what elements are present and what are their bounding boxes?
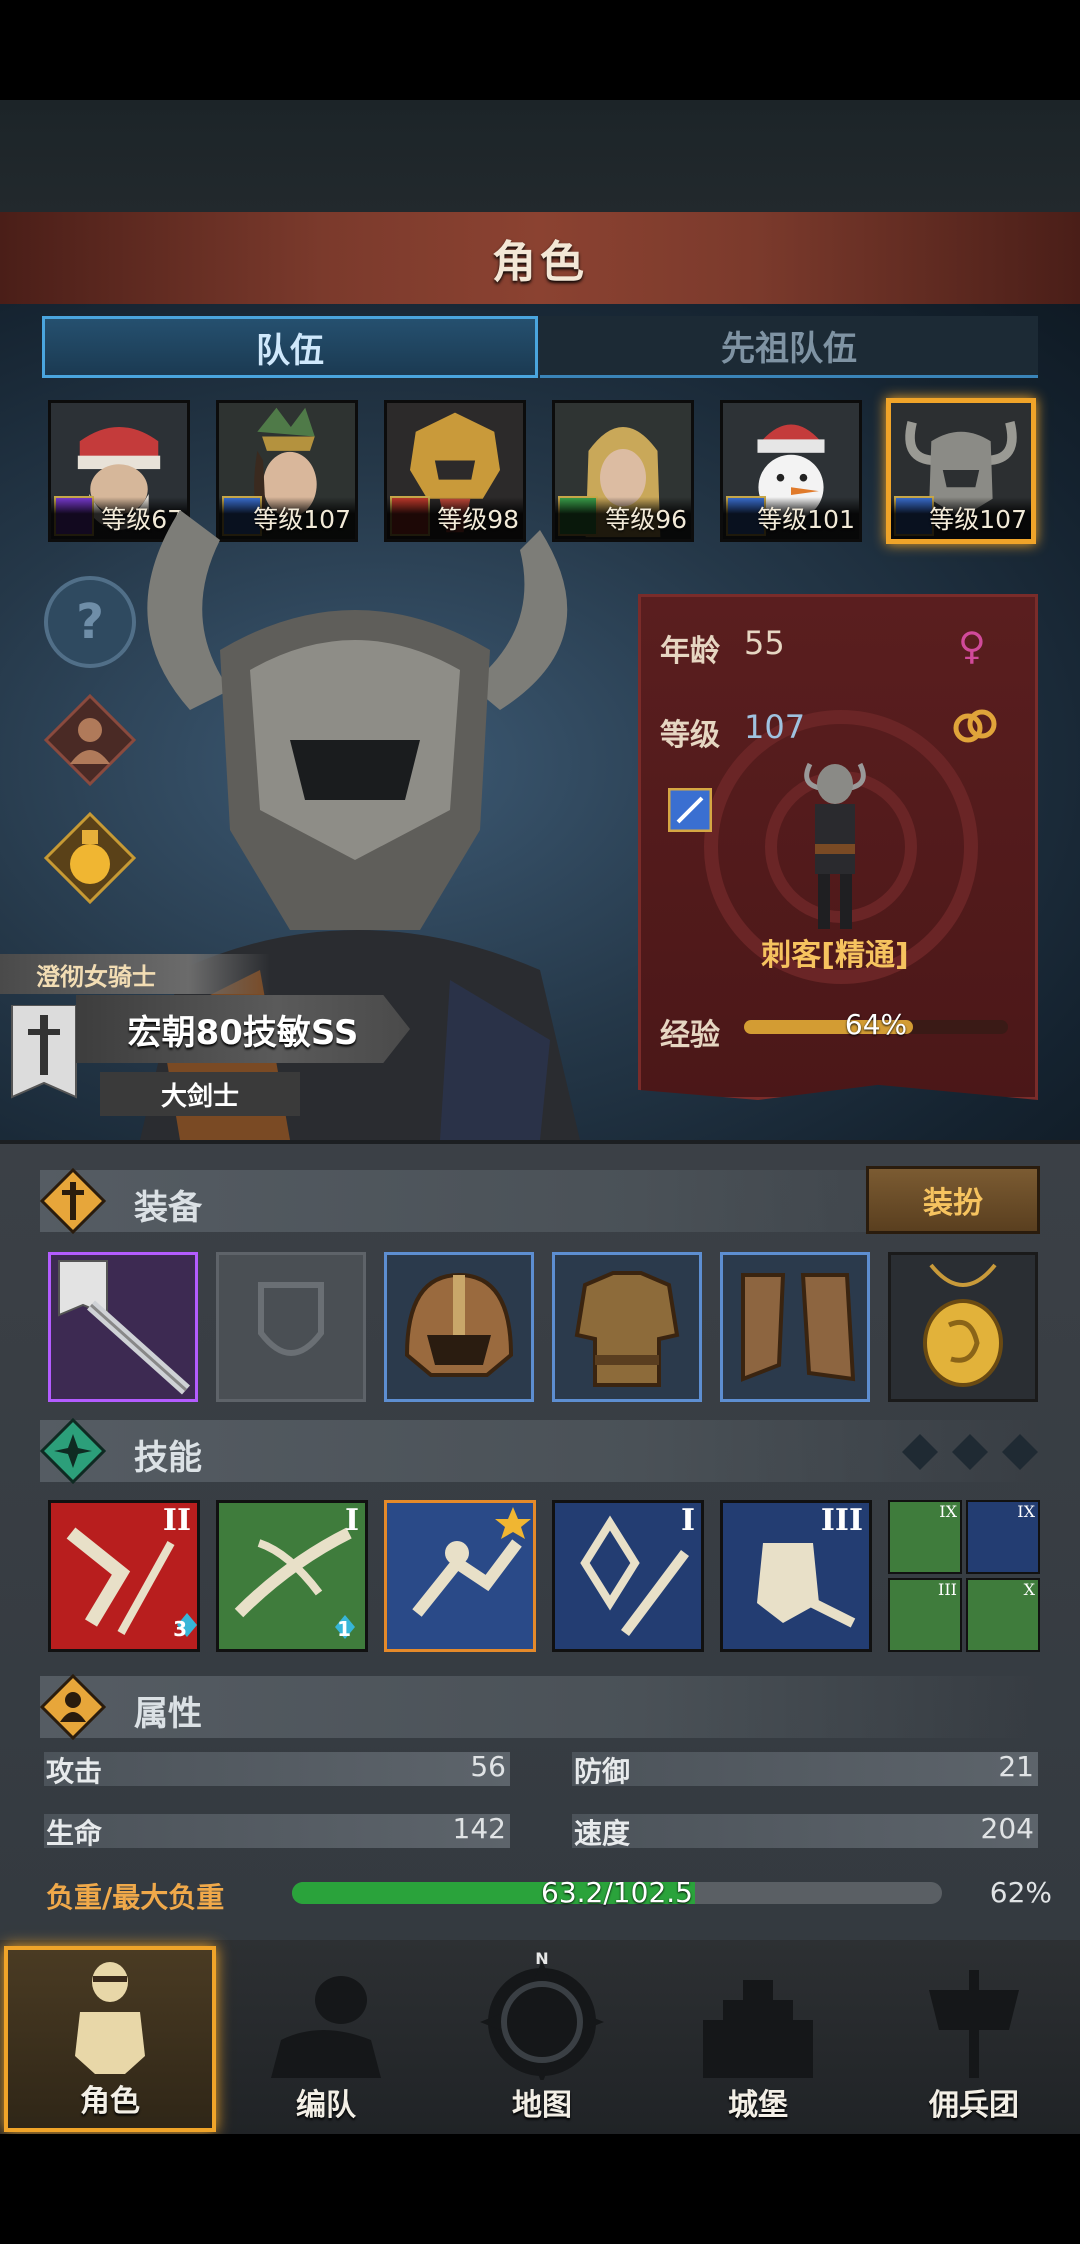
svg-text:?: ? <box>76 594 104 650</box>
nav-castle[interactable]: 城堡 <box>652 1946 864 2132</box>
greatsword-icon <box>58 1260 191 1395</box>
load-percent: 62% <box>989 1876 1052 1909</box>
boots-slot[interactable] <box>720 1252 870 1402</box>
nav-mercenary[interactable]: 佣兵团 <box>868 1946 1080 2132</box>
age-value: 55 <box>744 624 785 662</box>
load-value: 63.2/102.5 <box>541 1876 693 1909</box>
attack-label: 攻击 <box>46 1755 103 1788</box>
leather-helmet-icon <box>404 1272 514 1377</box>
nav-formation[interactable]: 编队 <box>220 1946 432 2132</box>
shield-slot[interactable] <box>216 1252 366 1402</box>
passive-skill-slot[interactable]: X <box>966 1578 1040 1652</box>
castle-icon <box>703 1980 813 2078</box>
crystal-skill-icon <box>580 1515 689 1636</box>
helmet-slot[interactable] <box>384 1252 534 1402</box>
dash-skill-icon <box>412 1507 531 1617</box>
weapon-slot[interactable] <box>48 1252 198 1402</box>
nav-label: 编队 <box>296 2088 356 2123</box>
knight-icon <box>75 1962 145 2074</box>
empty-shield-icon <box>258 1282 324 1356</box>
roster-member[interactable]: 等级101 <box>720 400 862 542</box>
rings-icon[interactable] <box>952 706 998 746</box>
nav-label: 佣兵团 <box>929 2088 1019 2123</box>
skill-rank: II <box>162 1503 191 1538</box>
attack-value: 56 <box>470 1750 506 1783</box>
formation-icon <box>271 1976 381 2078</box>
skill-slot[interactable]: I 1 <box>216 1500 368 1652</box>
skills-title: 技能 <box>134 1438 202 1478</box>
nav-map[interactable]: N 地图 <box>436 1946 648 2132</box>
tab-team[interactable]: 队伍 <box>42 316 538 378</box>
amulet-slot[interactable] <box>888 1252 1038 1402</box>
page-title: 角色 <box>0 212 1080 308</box>
skill-badge: 1 <box>337 1617 351 1641</box>
hero-subclass: 大剑士 <box>100 1072 300 1116</box>
hp-label: 生命 <box>46 1817 103 1850</box>
nav-label: 地图 <box>512 2088 572 2123</box>
skill-rank: I <box>344 1503 359 1538</box>
skill-slot-starred[interactable] <box>384 1500 536 1652</box>
load-label: 负重/最大负重 <box>46 1881 225 1914</box>
skill-rank: I <box>680 1503 695 1538</box>
skill-class-icon <box>668 788 712 832</box>
level-label: 等级 <box>660 718 720 753</box>
member-level: 等级101 <box>723 497 859 539</box>
equipment-section-icon <box>40 1168 106 1234</box>
passive-rank: IX <box>1017 1502 1035 1521</box>
member-level: 等级107 <box>891 497 1031 539</box>
passive-rank: IX <box>939 1502 957 1521</box>
leather-boots-icon <box>741 1273 856 1382</box>
compass-map-icon: N <box>480 1950 604 2080</box>
roster-member-selected[interactable]: 等级107 <box>886 398 1036 544</box>
nav-label: 角色 <box>80 2084 140 2119</box>
defense-label: 防御 <box>574 1755 631 1788</box>
top-backdrop <box>0 100 1080 212</box>
exp-label: 经验 <box>660 1018 720 1053</box>
skills-section-icon <box>40 1418 106 1484</box>
skill-badge: 3 <box>173 1617 187 1641</box>
gold-amulet-icon <box>923 1263 1003 1387</box>
hero-class-tag: 澄彻女骑士 <box>0 954 270 994</box>
greatsword-banner-icon <box>11 1005 77 1099</box>
skill-slot[interactable]: I <box>552 1500 704 1652</box>
attributes-title: 属性 <box>134 1694 202 1734</box>
defense-value: 21 <box>998 1750 1034 1783</box>
passive-rank: III <box>938 1580 957 1599</box>
exp-percent: 64% <box>844 1008 908 1041</box>
skill-rank: III <box>820 1503 863 1538</box>
mercenary-banner-icon <box>929 1970 1019 2078</box>
passive-skill-slot[interactable]: III <box>888 1578 962 1652</box>
skill-slot[interactable]: II 3 <box>48 1500 200 1652</box>
dress-up-button[interactable]: 装扮 <box>866 1166 1040 1234</box>
armor-slot[interactable] <box>552 1252 702 1402</box>
system-nav-area <box>0 2134 1080 2244</box>
hero-name[interactable]: 宏朝80技敏SS <box>76 995 410 1063</box>
passive-skill-slot[interactable]: IX <box>888 1500 962 1574</box>
tab-ancestor-team[interactable]: 先祖队伍 <box>540 316 1038 378</box>
age-label: 年龄 <box>660 634 720 669</box>
hero-figure <box>804 762 866 929</box>
profession-label: 刺客[精通] <box>761 938 909 973</box>
level-value: 107 <box>744 708 806 746</box>
equipment-title: 装备 <box>134 1188 202 1228</box>
speed-label: 速度 <box>574 1817 631 1850</box>
passive-skill-slot[interactable]: IX <box>966 1500 1040 1574</box>
hp-value: 142 <box>452 1812 506 1845</box>
passive-rank: X <box>1023 1580 1035 1599</box>
skill-points-icon <box>902 1434 1038 1470</box>
female-icon: ♀ <box>958 624 986 668</box>
skill-slot[interactable]: III <box>720 1500 872 1652</box>
nav-character[interactable]: 角色 <box>4 1946 216 2132</box>
nav-label: 城堡 <box>728 2088 788 2123</box>
attributes-section-icon <box>40 1674 106 1740</box>
leather-armor-icon <box>574 1271 680 1387</box>
speed-value: 204 <box>980 1812 1034 1845</box>
status-bar-area <box>0 0 1080 100</box>
